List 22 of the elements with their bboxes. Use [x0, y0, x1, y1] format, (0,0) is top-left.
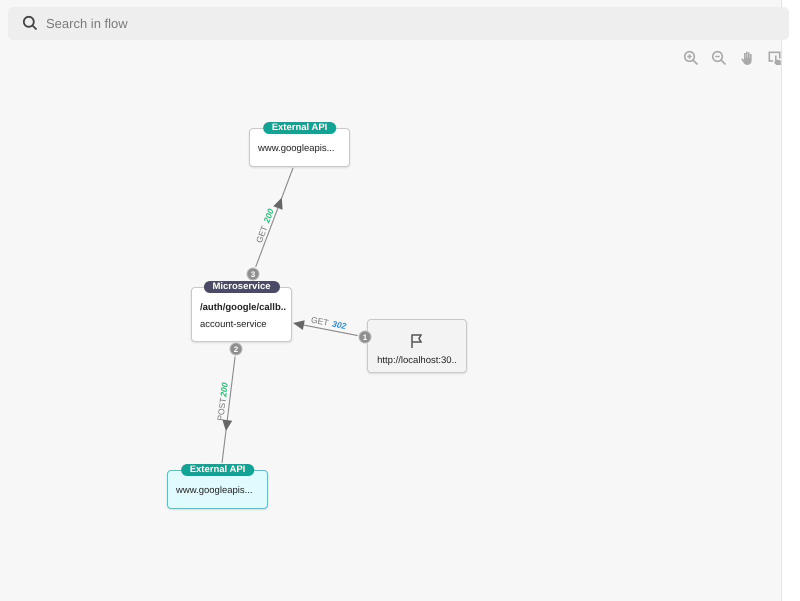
- node-title: www.googleapis...: [258, 143, 336, 154]
- edge-arrow[interactable]: [255, 168, 294, 268]
- http-method-label: POST: [215, 397, 228, 422]
- zoom-in-icon[interactable]: [683, 50, 699, 66]
- search-icon: [22, 15, 38, 31]
- status-code-label: 200: [218, 382, 230, 398]
- node-subtitle: account-service: [200, 318, 268, 330]
- http-method-label: GET: [310, 314, 330, 328]
- node-title: www.googleapis...: [176, 485, 254, 496]
- node-type-label: Microservice: [203, 281, 280, 293]
- node-title: http://localhost:30..: [377, 354, 457, 366]
- status-code-label: 200: [261, 207, 276, 224]
- select-tool-icon[interactable]: [767, 50, 783, 66]
- status-code-label: 302: [331, 318, 348, 332]
- search-field[interactable]: Search in flow: [8, 7, 789, 40]
- zoom-out-icon[interactable]: [711, 50, 727, 66]
- source-node[interactable]: http://localhost:30..: [367, 319, 467, 373]
- http-method-label: GET: [254, 224, 270, 244]
- flag-icon: [409, 332, 425, 348]
- node-type-label: External API: [180, 464, 254, 476]
- node-title: /auth/google/callb..: [200, 302, 283, 312]
- node-type-label: External API: [262, 122, 336, 134]
